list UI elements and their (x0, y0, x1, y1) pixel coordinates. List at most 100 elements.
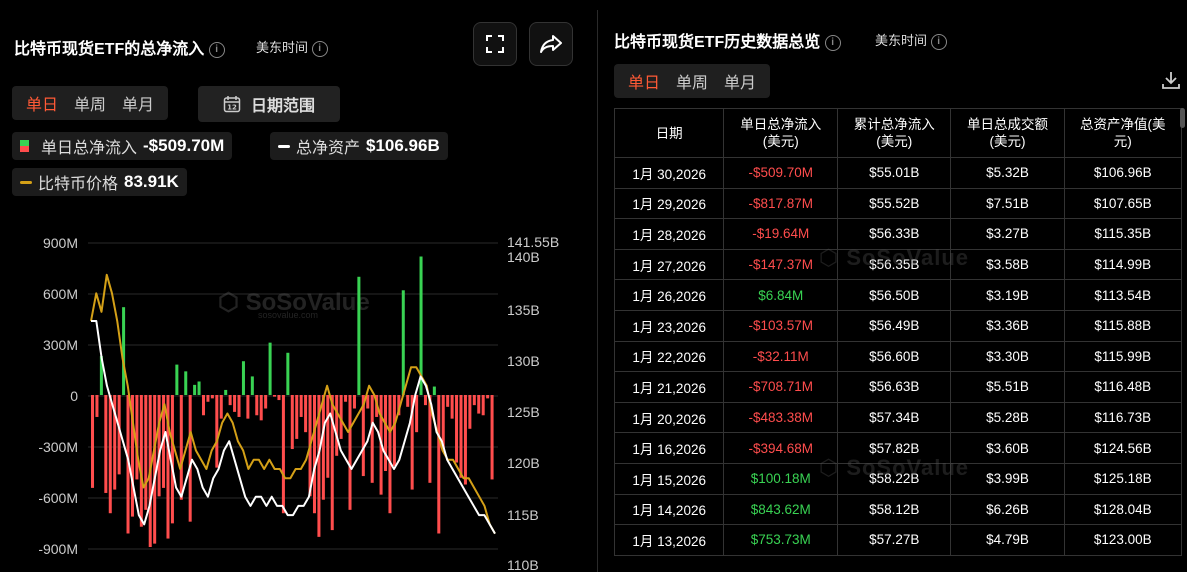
share-button[interactable] (529, 22, 573, 66)
line-legend-icon (20, 180, 32, 184)
cell-date: 1月 23,2026 (613, 309, 725, 342)
cell-nav: $115.99B (1063, 340, 1183, 373)
cell-nav: $115.35B (1063, 218, 1183, 250)
tab-monthly[interactable]: 单月 (716, 69, 764, 93)
inflow-bar (104, 395, 108, 493)
table-row[interactable]: 1月 26,2026 $6.84M $56.50B $3.19B $113.54B (613, 279, 1183, 311)
cell-nav: $115.88B (1063, 309, 1183, 342)
table-scrollbar[interactable] (1180, 108, 1185, 128)
legend-net-assets[interactable]: 总净资产 $106.96B (270, 132, 448, 160)
inflow-bar (423, 395, 427, 406)
table-row[interactable]: 1月 13,2026 $753.73M $57.27B $4.79B $123.00B (613, 524, 1183, 556)
y-tick-label-right: 115B (507, 507, 539, 523)
inflow-bar (290, 395, 294, 450)
cell-date: 1月 13,2026 (613, 524, 725, 556)
info-icon[interactable]: i (208, 41, 225, 58)
inflow-bar (335, 395, 339, 456)
cell-daily-inflow: -$708.71M (723, 371, 839, 403)
tab-daily[interactable]: 单日 (18, 91, 66, 115)
y-tick-label-left: 300M (43, 337, 78, 353)
header-nav[interactable]: 总资产净值(美 元) (1063, 108, 1183, 158)
legend-btc-price[interactable]: 比特币价格 83.91K (12, 168, 187, 196)
inflow-bar (215, 395, 219, 468)
table-row[interactable]: 1月 30,2026 -$509.70M $55.01B $5.32B $106.96B (613, 157, 1183, 189)
inflow-bar (384, 395, 388, 471)
cell-date: 1月 28,2026 (613, 218, 725, 250)
inflow-bar (122, 307, 126, 395)
history-table: 日期 单日总净流入 (美元) 累计总净流入 (美元) 单日总成交额 (美元) 总… (613, 108, 1183, 556)
info-icon[interactable]: i (930, 33, 947, 50)
fullscreen-button[interactable] (473, 22, 517, 66)
cell-nav: $106.96B (1063, 157, 1183, 189)
tab-weekly[interactable]: 单周 (66, 91, 114, 115)
cell-volume: $5.28B (950, 401, 1065, 434)
cell-nav: $116.73B (1063, 401, 1183, 434)
info-icon[interactable]: i (311, 40, 328, 57)
table-row[interactable]: 1月 23,2026 -$103.57M $56.49B $3.36B $115.88B (613, 309, 1183, 342)
tab-monthly[interactable]: 单月 (114, 91, 162, 115)
inflow-bar (472, 395, 476, 406)
header-date[interactable]: 日期 (613, 108, 725, 158)
header-volume[interactable]: 单日总成交额 (美元) (950, 108, 1065, 158)
table-row[interactable]: 1月 14,2026 $843.62M $58.12B $6.26B $128.04B (613, 493, 1183, 526)
download-button[interactable] (1161, 70, 1181, 95)
cell-date: 1月 16,2026 (613, 432, 725, 464)
tab-weekly[interactable]: 单周 (668, 69, 716, 93)
header-daily-inflow[interactable]: 单日总净流入 (美元) (723, 108, 839, 158)
inflow-bar (206, 395, 210, 402)
cell-date: 1月 29,2026 (613, 187, 725, 220)
inflow-bar (450, 395, 454, 419)
cell-daily-inflow: -$483.38M (723, 401, 839, 434)
cell-date: 1月 15,2026 (613, 462, 725, 495)
panel-title: 比特币现货ETF的总净流入 i (14, 35, 225, 59)
inflow-chart[interactable]: 900M 600M 300M 0 -300M -600M -900M 141.55B140B 1… (0, 225, 597, 572)
legend-value: -$509.70M (143, 136, 225, 155)
inflow-bar (481, 395, 485, 416)
y-tick-label-left: -900M (38, 541, 78, 557)
cell-cum-inflow: $55.52B (837, 187, 952, 220)
share-icon (540, 35, 562, 53)
inflow-bar (455, 395, 459, 463)
y-tick-label-right: 110B (507, 557, 539, 572)
cell-cum-inflow: $55.01B (837, 157, 952, 189)
legend-daily-inflow[interactable]: 单日总净流入 -$509.70M (12, 132, 233, 160)
cell-cum-inflow: $56.63B (837, 371, 952, 403)
inflow-bar (184, 371, 188, 395)
table-row[interactable]: 1月 29,2026 -$817.87M $55.52B $7.51B $107.65B (613, 187, 1183, 220)
tab-daily[interactable]: 单日 (620, 69, 668, 93)
calendar-icon: 12 (223, 96, 241, 113)
legend-label: 比特币价格 (38, 176, 119, 193)
inflow-bar (237, 395, 241, 417)
inflow-bar (241, 361, 245, 395)
inflow-bar (370, 395, 374, 483)
info-icon[interactable]: i (824, 34, 841, 51)
inflow-bar (326, 395, 330, 478)
cell-volume: $7.51B (950, 187, 1065, 220)
cell-volume: $3.36B (950, 309, 1065, 342)
cell-cum-inflow: $56.60B (837, 340, 952, 373)
cell-nav: $107.65B (1063, 187, 1183, 220)
inflow-bar (188, 395, 192, 522)
inflow-bar (250, 376, 254, 395)
legend-value: $106.96B (366, 136, 440, 155)
y-tick-label-right: 141.55B (507, 234, 559, 250)
panel-divider (597, 10, 598, 572)
cell-volume: $4.79B (950, 524, 1065, 556)
inflow-bar (406, 395, 410, 407)
table-row[interactable]: 1月 21,2026 -$708.71M $56.63B $5.51B $116.48B (613, 371, 1183, 403)
cell-date: 1月 14,2026 (613, 493, 725, 526)
inflow-bar (264, 395, 268, 409)
table-row[interactable]: 1月 22,2026 -$32.11M $56.60B $3.30B $115.99B (613, 340, 1183, 373)
cell-nav: $113.54B (1063, 279, 1183, 311)
inflow-bar (233, 395, 237, 412)
date-range-button[interactable]: 12 日期范围 (198, 86, 340, 122)
y-tick-label-right: 130B (507, 353, 540, 369)
cell-cum-inflow: $57.27B (837, 524, 952, 556)
table-row[interactable]: 1月 20,2026 -$483.38M $57.34B $5.28B $116.73B (613, 401, 1183, 434)
timezone-label: 美东时间 i (256, 37, 328, 57)
y-tick-label-left: 900M (43, 235, 78, 251)
history-title: 比特币现货ETF历史数据总览 (614, 34, 821, 51)
cell-date: 1月 22,2026 (613, 340, 725, 373)
header-cum-inflow[interactable]: 累计总净流入 (美元) (837, 108, 952, 158)
line-legend-icon (278, 144, 290, 148)
